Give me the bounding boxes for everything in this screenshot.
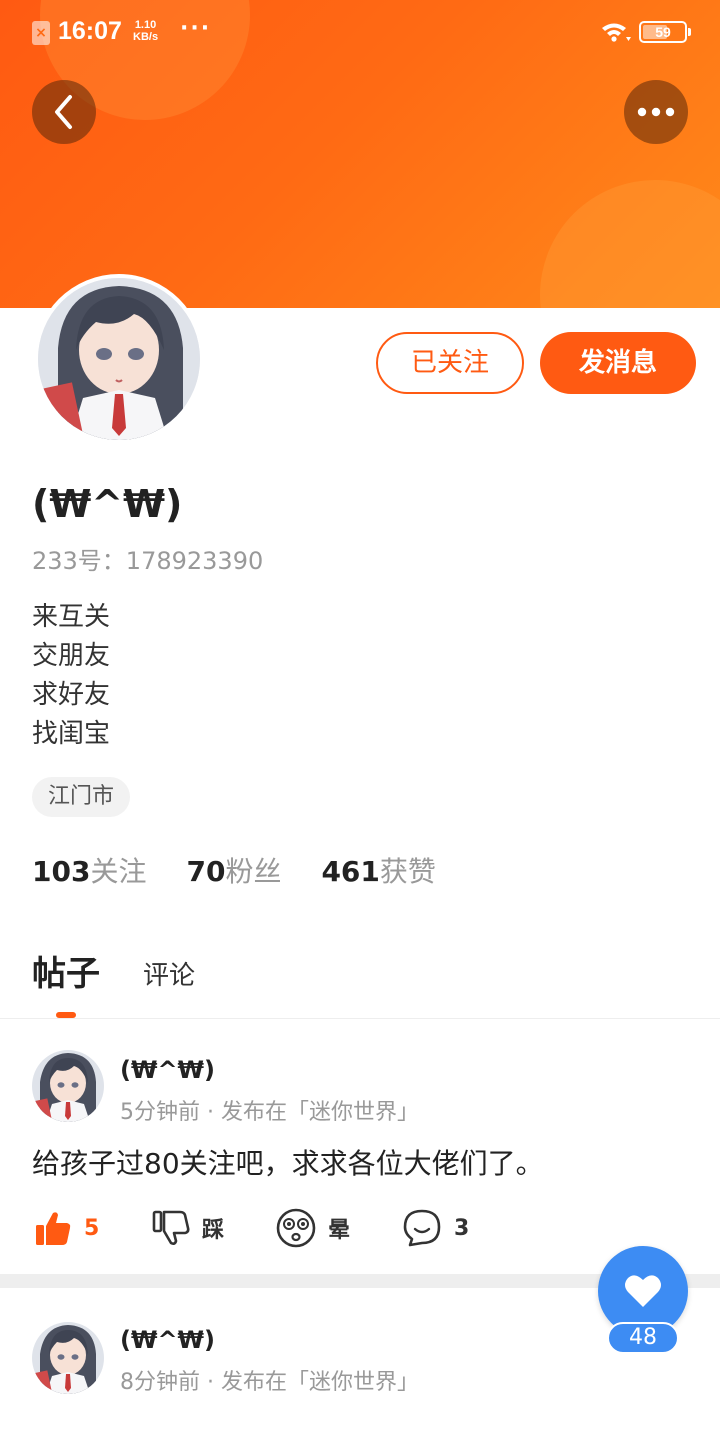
bio-line: 交朋友 xyxy=(32,641,111,671)
send-message-button[interactable]: 发消息 xyxy=(540,332,696,394)
bio-line: 求好友 xyxy=(32,680,111,710)
stat-fans[interactable]: 70粉丝 xyxy=(186,850,281,890)
comment-bubble-icon xyxy=(403,1209,441,1247)
stat-likes[interactable]: 461获赞 xyxy=(321,850,435,890)
divider xyxy=(0,1018,720,1019)
stat-label: 关注 xyxy=(90,855,147,888)
profile-bio: 来互关 交朋友 求好友 找闺宝 xyxy=(32,598,110,754)
dizzy-label: 晕 xyxy=(328,1218,351,1243)
battery-indicator: 59 xyxy=(639,21,691,43)
network-speed-unit: KB/s xyxy=(133,31,159,43)
network-speed: 1.10 KB/s xyxy=(133,19,158,43)
stat-value: 461 xyxy=(321,855,380,888)
profile-avatar[interactable] xyxy=(34,274,204,444)
like-count: 5 xyxy=(84,1215,100,1241)
dislike-button[interactable]: 踩 xyxy=(152,1206,224,1250)
profile-stats: 103关注 70粉丝 461获赞 xyxy=(32,850,476,890)
status-time: 16:07 xyxy=(58,17,122,45)
status-more-indicator: ··· xyxy=(180,16,212,41)
profile-username: (₩^₩) xyxy=(32,482,183,526)
back-button[interactable] xyxy=(32,80,96,144)
post-author-name[interactable]: (₩^₩) xyxy=(120,1056,215,1084)
more-horizontal-icon xyxy=(637,107,675,117)
anime-girl-avatar-image xyxy=(32,1322,104,1394)
status-bar: × 16:07 1.10 KB/s ··· 59 xyxy=(0,0,720,64)
location-tag: 江门市 xyxy=(32,777,131,817)
like-button[interactable]: 5 xyxy=(34,1206,99,1250)
post-author-avatar[interactable] xyxy=(32,1050,104,1122)
comment-button[interactable]: 3 xyxy=(402,1206,469,1250)
anime-girl-avatar-image xyxy=(38,278,200,440)
thumbs-up-icon xyxy=(36,1212,71,1245)
stat-value: 103 xyxy=(32,855,91,888)
thumbs-down-icon xyxy=(152,1210,190,1245)
tab-posts[interactable]: 帖子 xyxy=(32,946,100,995)
heart-icon xyxy=(625,1275,661,1307)
comment-count: 3 xyxy=(454,1215,470,1241)
post-author-name[interactable]: (₩^₩) xyxy=(120,1326,215,1354)
post-author-avatar[interactable] xyxy=(32,1322,104,1394)
dislike-label: 踩 xyxy=(202,1218,225,1243)
anime-girl-avatar-image xyxy=(32,1050,104,1122)
bio-line: 找闺宝 xyxy=(32,719,111,749)
battery-level-text: 59 xyxy=(655,24,671,40)
stat-following[interactable]: 103关注 xyxy=(32,850,146,890)
more-options-button[interactable] xyxy=(624,80,688,144)
stat-label: 粉丝 xyxy=(225,855,282,888)
tab-comments[interactable]: 评论 xyxy=(143,955,195,992)
network-speed-value: 1.10 xyxy=(134,19,157,31)
following-button[interactable]: 已关注 xyxy=(376,332,524,394)
stat-label: 获赞 xyxy=(379,855,436,888)
floating-like-count: 48 xyxy=(607,1322,679,1354)
dizzy-reaction-button[interactable]: 晕 xyxy=(276,1206,350,1250)
post-meta: 8分钟前 · 发布在「迷你世界」 xyxy=(120,1370,419,1395)
post-meta: 5分钟前 · 发布在「迷你世界」 xyxy=(120,1100,419,1125)
wifi-icon xyxy=(602,23,631,42)
no-sim-icon: × xyxy=(32,21,50,45)
chevron-left-icon xyxy=(55,95,72,129)
stat-value: 70 xyxy=(186,855,226,888)
dizzy-face-icon xyxy=(276,1208,316,1248)
bio-line: 来互关 xyxy=(32,602,111,632)
profile-id: 233号：178923390 xyxy=(32,547,264,575)
post-content[interactable]: 给孩子过80关注吧，求求各位大佬们了。 xyxy=(32,1142,544,1182)
